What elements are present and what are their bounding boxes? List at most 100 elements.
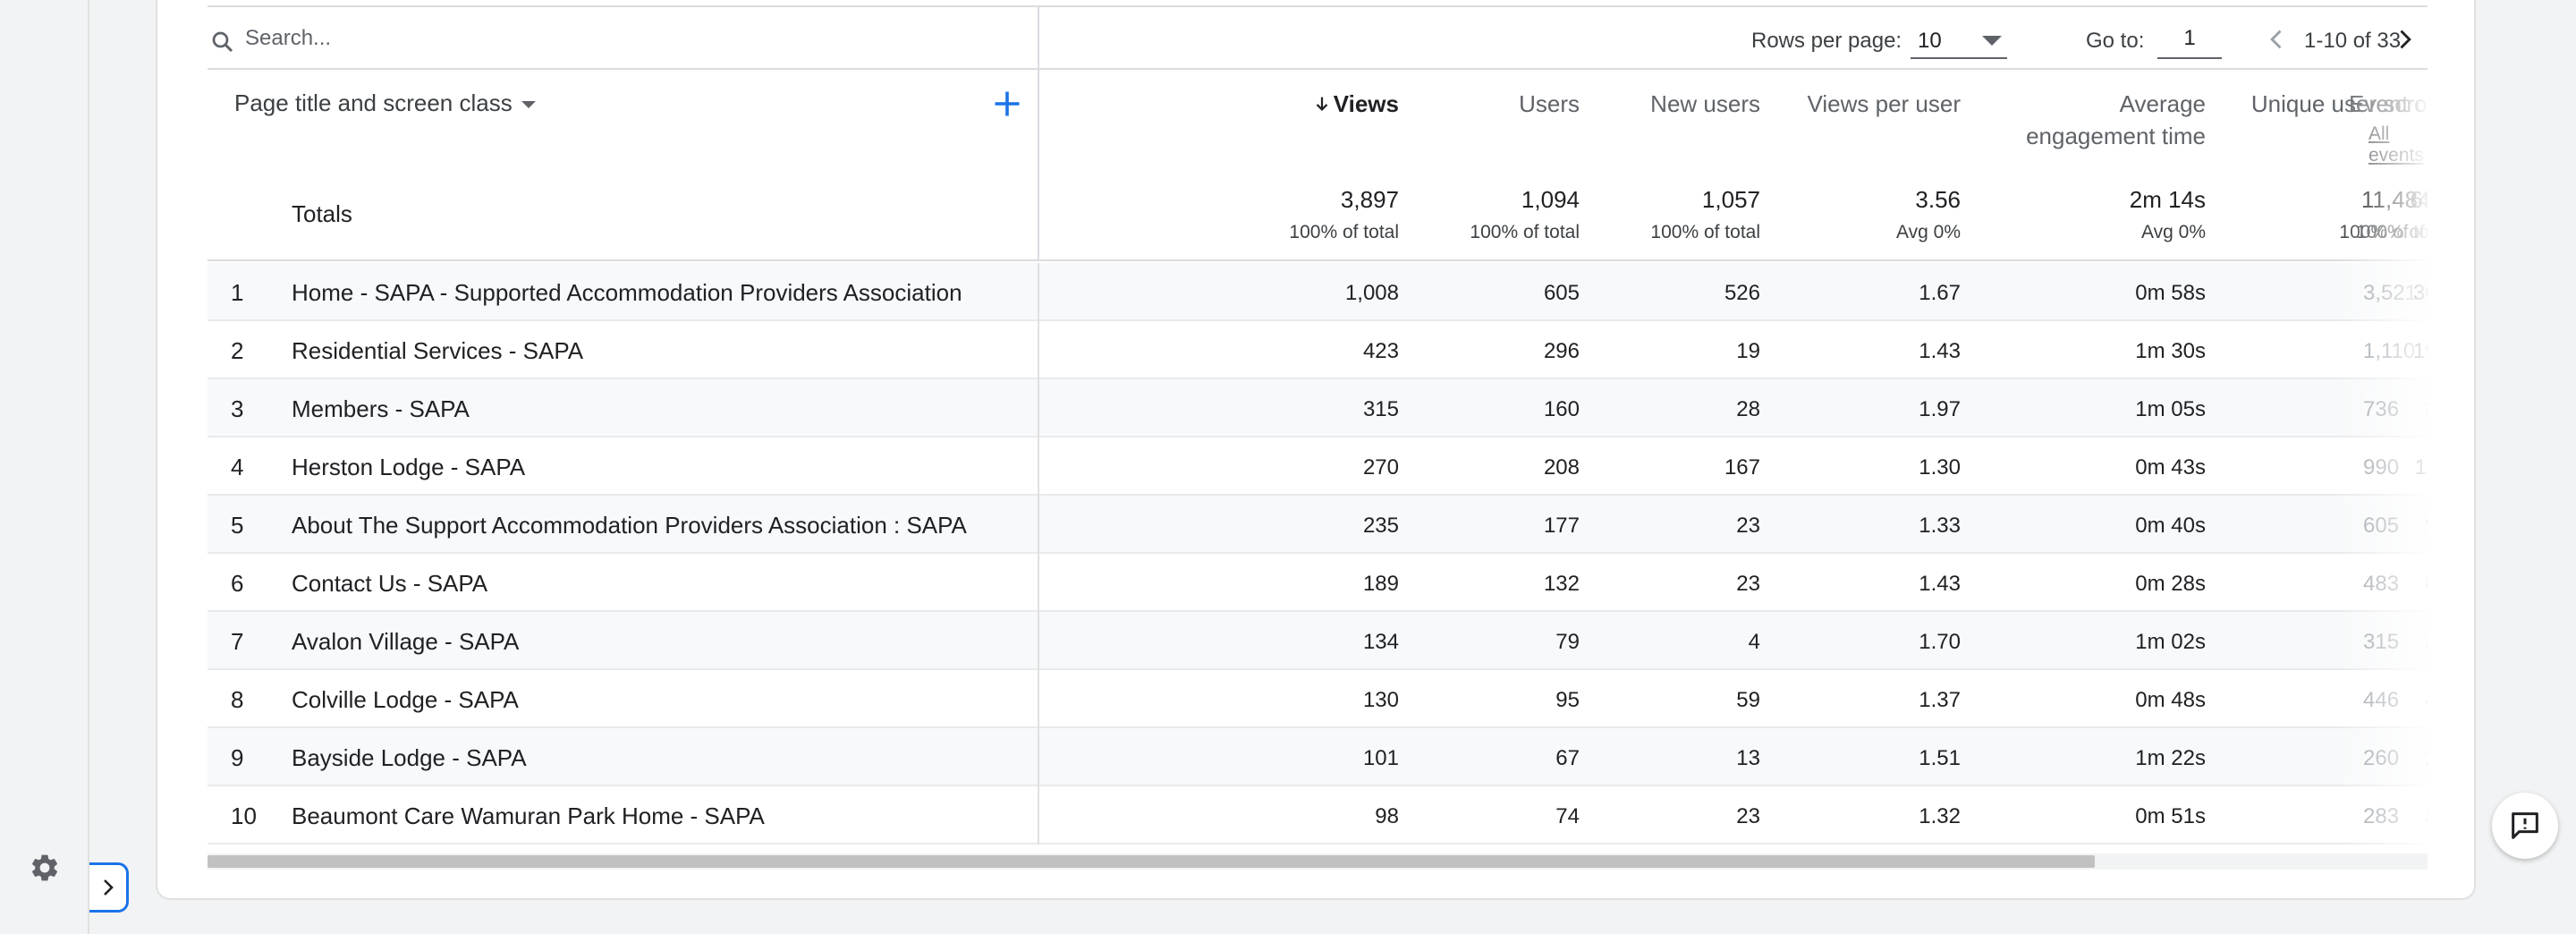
column-header-new-users[interactable]: New users [1650,88,1760,120]
page-title-cell[interactable]: Beaumont Care Wamuran Park Home - SAPA [292,802,765,830]
cell-event-count: 3,521 [2363,281,2418,305]
cell-new-users: 19 [1736,339,1760,363]
plus-icon [995,91,1020,116]
page-title-cell[interactable]: About The Support Accommodation Provider… [292,512,967,539]
column-header-average-engagement-time[interactable]: Average engagement time [2026,88,2206,152]
table-row[interactable]: 10 Beaumont Care Wamuran Park Home - SAPA… [208,786,2428,845]
row-number: 3 [231,395,244,422]
dimension-selector[interactable]: Page title and screen class [234,89,536,117]
rows-per-page-select[interactable]: 10 [1911,20,2007,59]
scrollbar-thumb[interactable] [208,855,2095,868]
cell-average-engagement-time: 0m 28s [2135,572,2206,596]
column-divider [1038,70,1039,261]
cell-average-engagement-time: 1m 30s [2135,339,2206,363]
horizontal-scrollbar[interactable] [208,853,2428,870]
cell-views-per-user: 1.67 [1919,281,1961,305]
cell-unique-user-scrolls: 91 [2425,514,2428,539]
cell-users: 74 [1555,804,1580,828]
cell-average-engagement-time: 0m 40s [2135,514,2206,538]
feedback-button[interactable] [2492,793,2558,859]
cell-new-users: 59 [1736,688,1760,712]
feedback-icon [2512,812,2538,839]
page-title-cell[interactable]: Herston Lodge - SAPA [292,454,525,481]
cell-new-users: 23 [1736,804,1760,828]
cell-views: 315 [1362,397,1399,421]
cell-views: 270 [1362,455,1399,480]
table-row[interactable]: 5 About The Support Accommodation Provide… [208,496,2428,554]
cell-average-engagement-time: 1m 02s [2135,630,2206,654]
cell-users: 177 [1543,514,1580,538]
column-header-event-count[interactable]: Event count [2349,88,2428,120]
add-dimension-button[interactable] [987,84,1027,123]
rows-per-page-value: 10 [1918,29,1942,53]
table-row[interactable]: 6 Contact Us - SAPA 189 132 23 1.43 0m 28s 80 48… [208,554,2428,612]
page-title-cell[interactable]: Residential Services - SAPA [292,337,583,365]
cell-new-users: 23 [1736,572,1760,596]
cell-new-users: 4 [1748,630,1760,654]
table-row[interactable]: 1 Home - SAPA - Supported Accommodation P… [208,263,2428,321]
cell-new-users: 167 [1724,455,1760,480]
cell-views-per-user: 1.70 [1919,630,1961,654]
cell-unique-user-scrolls: 23 [2425,746,2428,771]
column-header-views-per-user[interactable]: Views per user [1808,88,1962,120]
total-event-count: 11,484 [2361,186,2428,213]
total-engagement-time-avg: Avg 0% [2141,222,2206,242]
page-title-cell[interactable]: Avalon Village - SAPA [292,628,519,656]
cell-event-count: 283 [2363,804,2400,828]
cell-views: 101 [1362,746,1399,770]
settings-gear-icon[interactable] [27,850,63,886]
page-title-cell[interactable]: Contact Us - SAPA [292,570,487,598]
previous-page-button[interactable] [2261,23,2293,55]
column-divider [1038,321,1039,379]
goto-page-input[interactable] [2157,20,2222,59]
search-input[interactable] [245,18,961,59]
row-number: 2 [231,337,244,364]
search-icon [212,31,233,53]
cell-views-per-user: 1.30 [1919,455,1961,480]
column-header-views[interactable]: Views [1312,88,1399,120]
chevron-left-icon [2270,30,2282,49]
column-header-users[interactable]: Users [1519,88,1580,120]
page-title-cell[interactable]: Members - SAPA [292,395,470,423]
cell-unique-user-scrolls: 35 [2425,630,2428,655]
table-row[interactable]: 8 Colville Lodge - SAPA 130 95 59 1.37 0m 48s 4… [208,670,2428,728]
table-row[interactable]: 9 Bayside Lodge - SAPA 101 67 13 1.51 1m 22s 23… [208,728,2428,786]
cell-views: 235 [1362,514,1399,538]
total-views-per-user: 3.56 [1915,186,1961,213]
column-divider [1038,263,1039,321]
next-page-button[interactable] [2388,23,2420,55]
total-views-share: 100% of total [1289,222,1399,242]
page-title-cell[interactable]: Home - SAPA - Supported Accommodation Pr… [292,279,962,307]
column-divider [1038,728,1039,786]
expand-sidebar-button[interactable] [89,862,129,913]
cell-event-count: 1,110 [2363,339,2416,363]
row-number: 4 [231,454,244,480]
cell-new-users: 28 [1736,397,1760,421]
cell-views-per-user: 1.37 [1919,688,1961,712]
row-number: 6 [231,570,244,597]
cell-unique-user-scrolls: 37 [2425,397,2428,422]
event-filter-link[interactable]: All events [2368,123,2428,166]
left-rail [0,0,89,934]
table-row[interactable]: 3 Members - SAPA 315 160 28 1.97 1m 05s 37 736 [208,379,2428,437]
cell-views-per-user: 1.33 [1919,514,1961,538]
report-table-card: Rows per page: 10 Go to: 1-10 of 33 Page… [156,0,2476,900]
cell-event-count: 990 [2363,455,2400,480]
rows-per-page-label: Rows per page: [1751,29,1902,53]
column-divider [1038,612,1039,670]
cell-users: 132 [1543,572,1580,596]
total-event-count-share: 100% of total [2356,222,2428,242]
toolbar-divider [1038,7,1039,72]
page-title-cell[interactable]: Bayside Lodge - SAPA [292,744,527,772]
column-divider [1038,670,1039,728]
cell-views-per-user: 1.51 [1919,746,1961,770]
cell-views: 134 [1362,630,1399,654]
page-title-cell[interactable]: Colville Lodge - SAPA [292,686,519,714]
cell-views-per-user: 1.32 [1919,804,1961,828]
cell-average-engagement-time: 1m 22s [2135,746,2206,770]
column-divider [1038,496,1039,554]
table-row[interactable]: 2 Residential Services - SAPA 423 296 19 1.43… [208,321,2428,379]
row-number: 9 [231,744,244,771]
table-row[interactable]: 4 Herston Lodge - SAPA 270 208 167 1.30 0m 43s… [208,437,2428,496]
table-row[interactable]: 7 Avalon Village - SAPA 134 79 4 1.70 1m 02s 35… [208,612,2428,670]
